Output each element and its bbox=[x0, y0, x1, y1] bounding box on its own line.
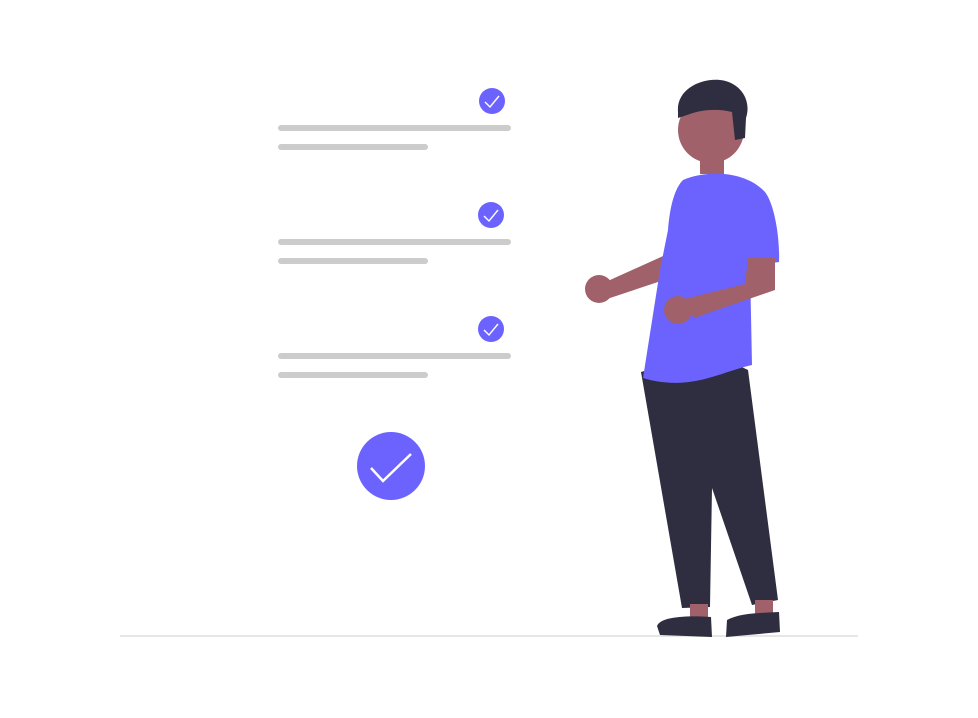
text-line-short bbox=[278, 372, 428, 378]
checklist-illustration bbox=[120, 79, 858, 637]
checklist-item bbox=[278, 88, 511, 150]
person-shoe-right bbox=[726, 612, 780, 637]
check-circle-icon bbox=[478, 202, 504, 228]
person-pants bbox=[641, 360, 778, 608]
person-hand-left bbox=[585, 275, 613, 303]
checklist-item bbox=[278, 202, 511, 264]
checklist-item bbox=[278, 316, 511, 378]
text-line-long bbox=[278, 125, 511, 131]
person-shoe-left bbox=[657, 616, 712, 637]
confirm-check bbox=[357, 432, 425, 500]
text-line-short bbox=[278, 258, 428, 264]
person-hand-right bbox=[664, 296, 692, 324]
check-circle-icon bbox=[357, 432, 425, 500]
illustration-canvas bbox=[0, 0, 978, 718]
check-circle-icon bbox=[479, 88, 505, 114]
text-line-long bbox=[278, 239, 511, 245]
check-circle-icon bbox=[478, 316, 504, 342]
person-figure bbox=[585, 79, 780, 637]
text-line-short bbox=[278, 144, 428, 150]
text-line-long bbox=[278, 353, 511, 359]
